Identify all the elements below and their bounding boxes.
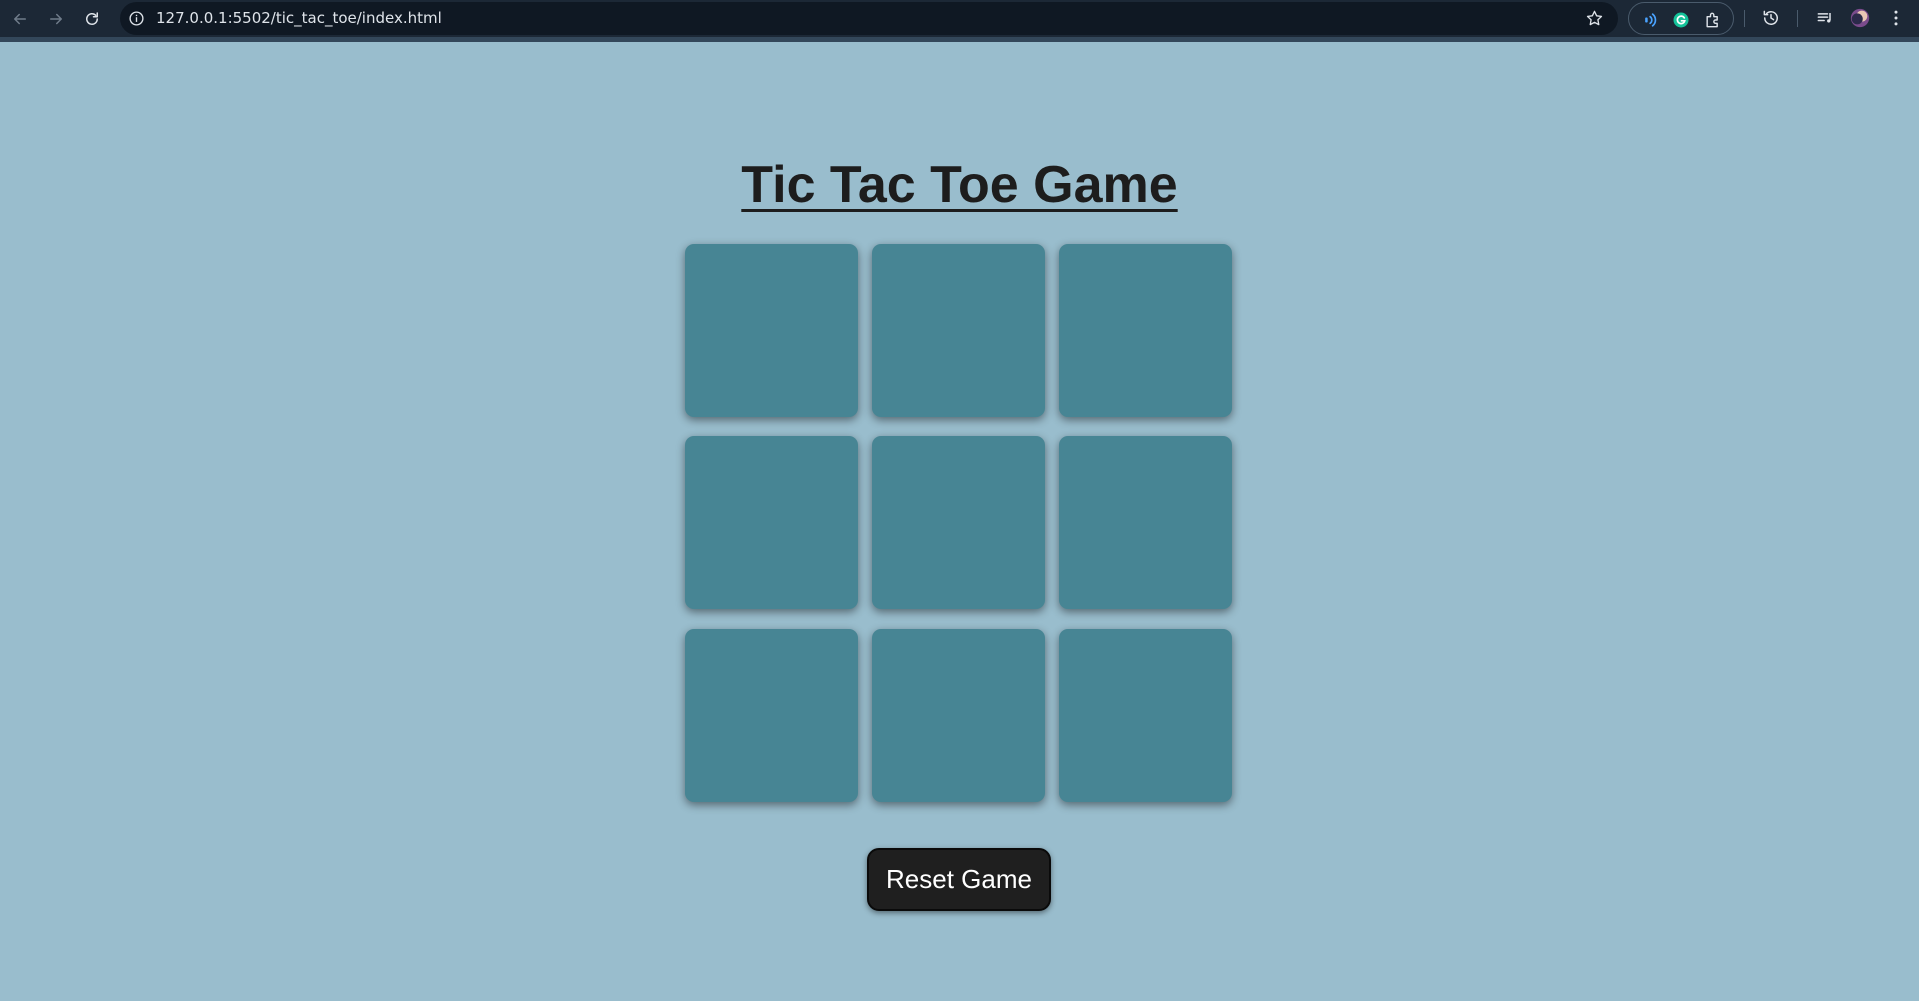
game-board <box>685 244 1235 802</box>
board-cell[interactable] <box>1059 244 1232 417</box>
url-text[interactable]: 127.0.0.1:5502/tic_tac_toe/index.html <box>156 2 442 35</box>
board-cell[interactable] <box>685 629 858 802</box>
back-arrow-icon <box>14 13 26 25</box>
puzzle-icon[interactable] <box>1702 9 1724 31</box>
board-cell[interactable] <box>872 629 1045 802</box>
board-cell[interactable] <box>872 244 1045 417</box>
grammarly-icon[interactable] <box>1670 9 1692 31</box>
kebab-menu-icon[interactable] <box>1885 7 1907 29</box>
board-cell[interactable] <box>1059 629 1232 802</box>
forward-arrow-icon <box>50 13 62 25</box>
reset-game-button[interactable]: Reset Game <box>867 848 1051 911</box>
forward-button[interactable] <box>42 5 70 33</box>
info-icon[interactable] <box>128 10 145 27</box>
board-cell[interactable] <box>1059 436 1232 609</box>
browser-toolbar: 127.0.0.1:5502/tic_tac_toe/index.html <box>0 0 1919 42</box>
board-cell[interactable] <box>872 436 1045 609</box>
board-cell[interactable] <box>685 244 858 417</box>
media-control-icon[interactable] <box>1814 7 1836 29</box>
read-aloud-icon[interactable] <box>1640 9 1662 31</box>
avatar[interactable] <box>1849 7 1871 29</box>
toolbar-separator <box>1744 10 1745 27</box>
page-title: Tic Tac Toe Game <box>741 156 1178 214</box>
address-bar[interactable]: 127.0.0.1:5502/tic_tac_toe/index.html <box>120 2 1618 35</box>
back-button[interactable] <box>6 5 34 33</box>
history-icon[interactable] <box>1760 7 1782 29</box>
toolbar-separator <box>1797 10 1798 27</box>
board-cell[interactable] <box>685 436 858 609</box>
extensions-group <box>1628 2 1734 35</box>
reload-icon <box>86 12 98 25</box>
reload-button[interactable] <box>78 5 106 33</box>
star-icon[interactable] <box>1585 9 1604 28</box>
